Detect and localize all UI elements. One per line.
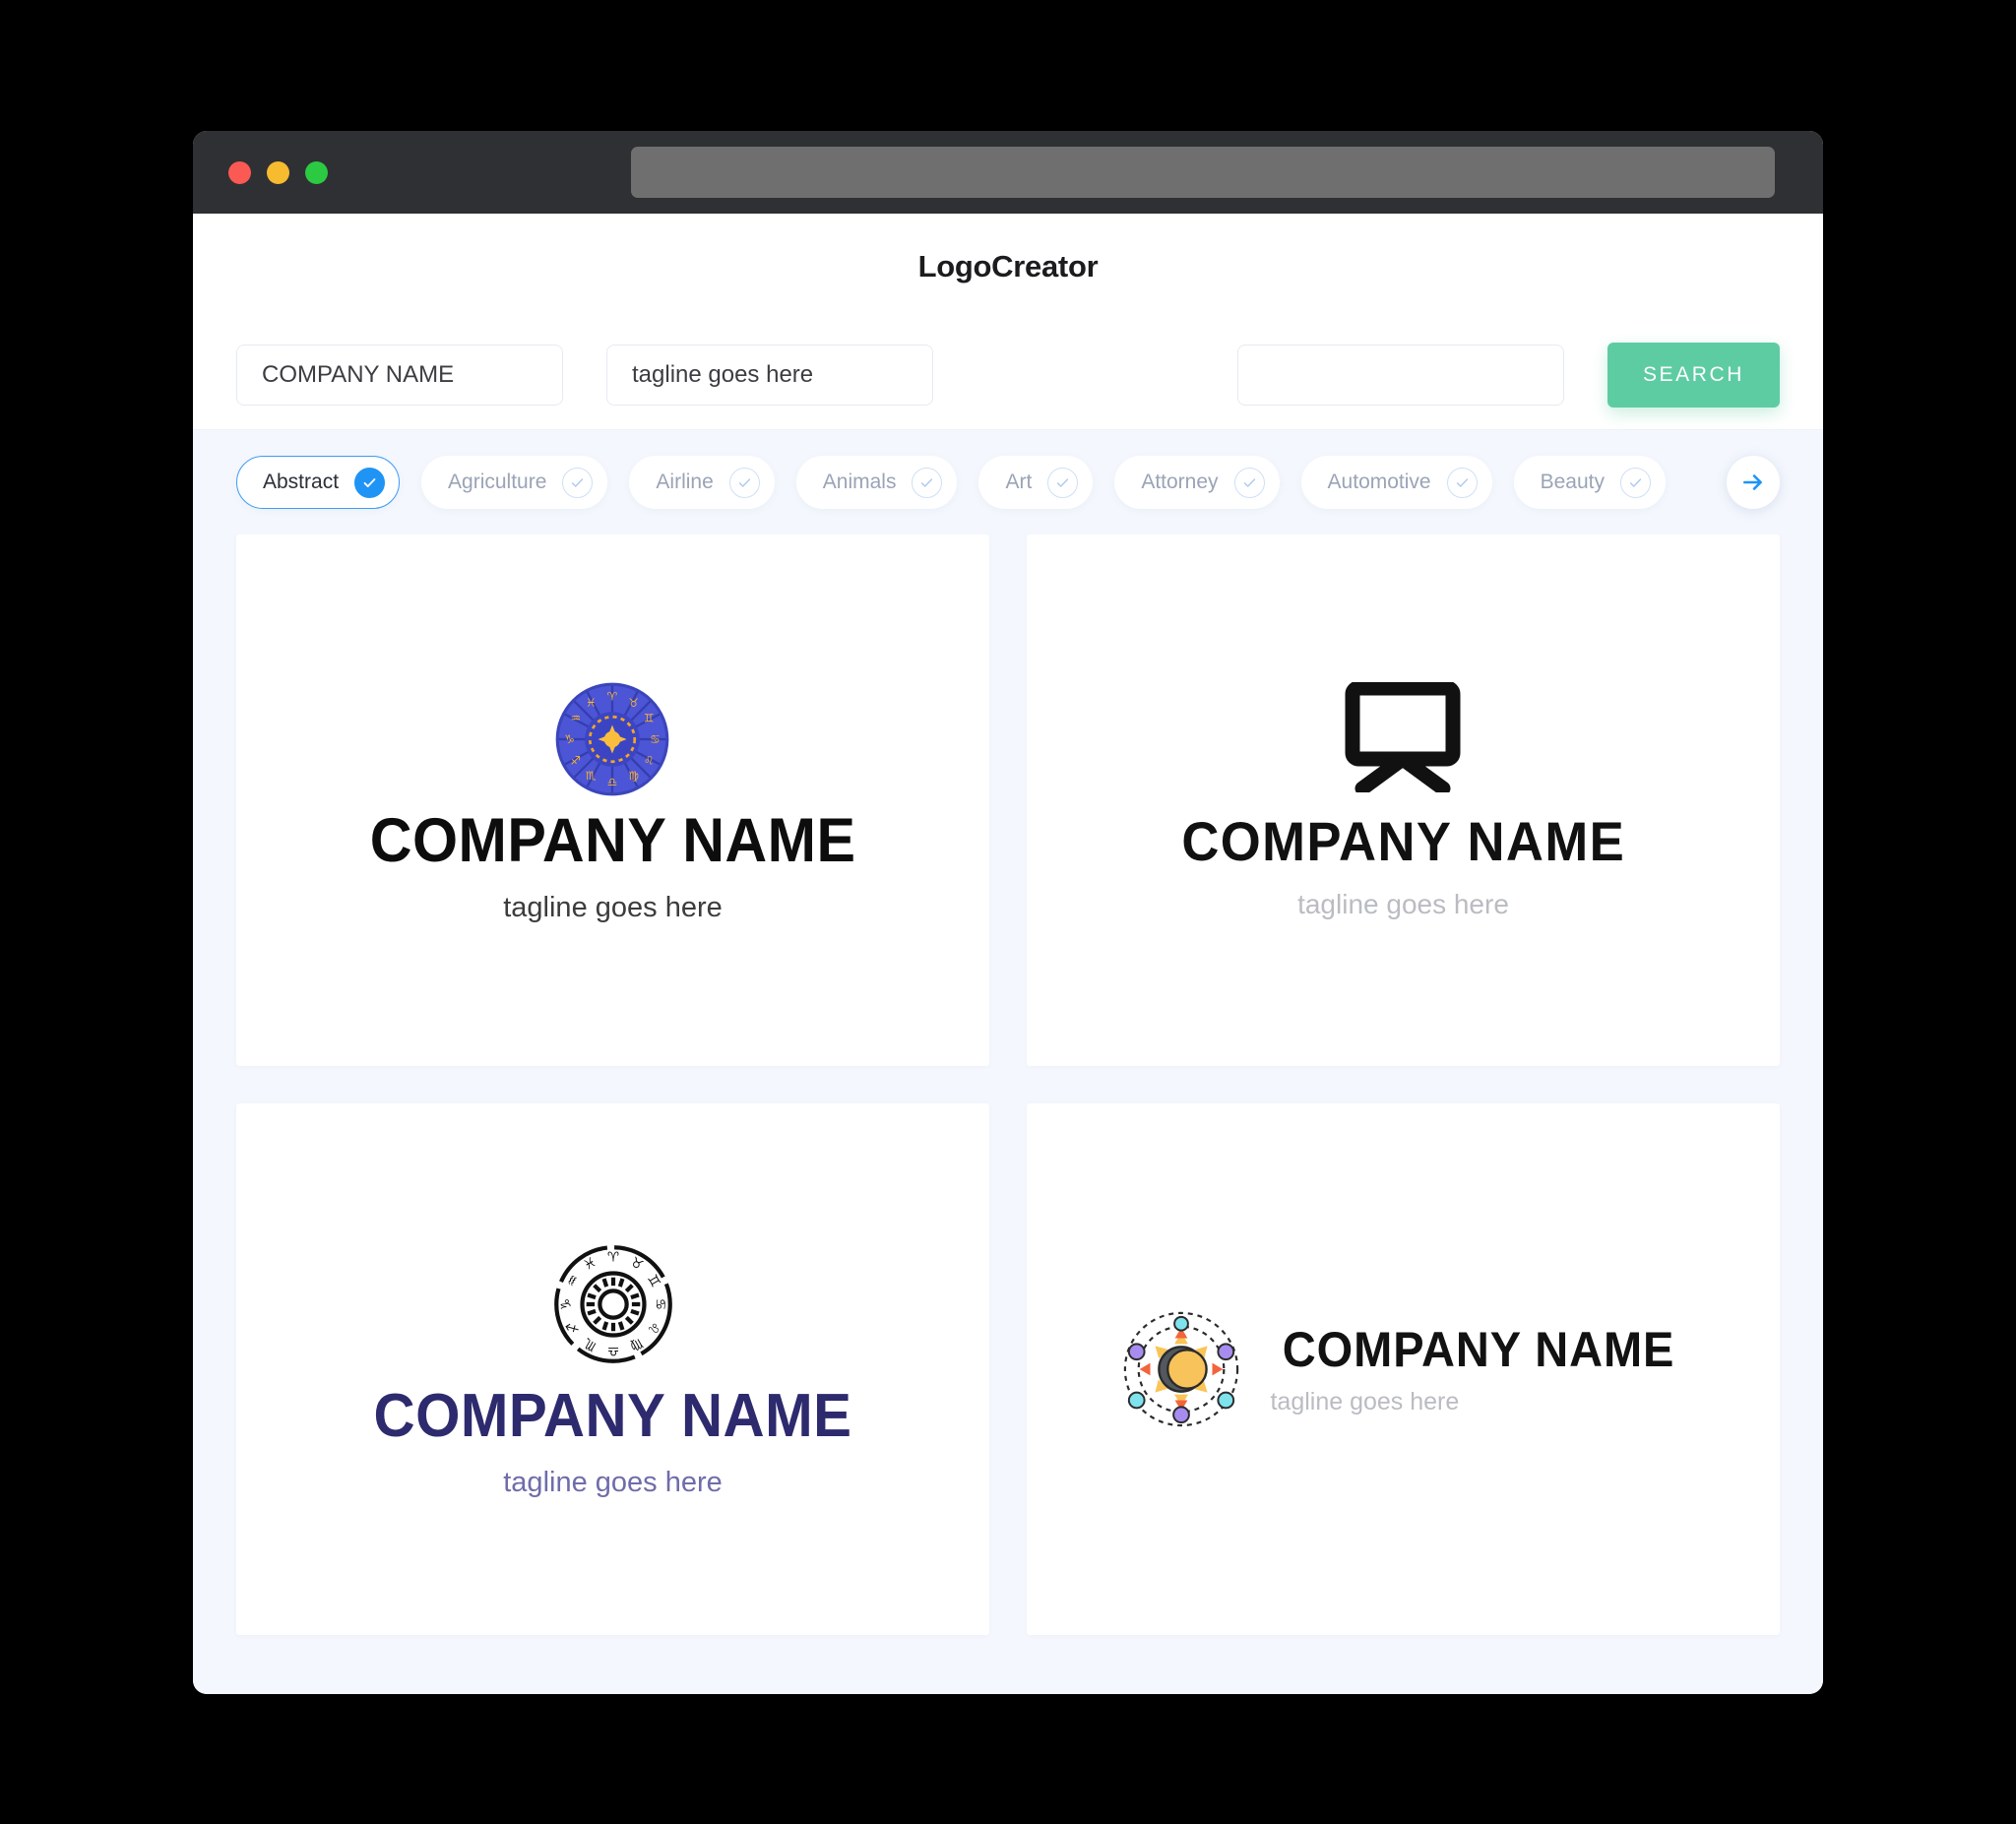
maximize-window-button[interactable]	[305, 160, 328, 184]
logo-preview: ♈ ♉ ♊ ♋ ♌ ♍ ♎ ♏ ♐ ♑ ♒ ♓ COMPANY NAME tag…	[354, 678, 871, 922]
logo-tagline: tagline goes here	[503, 892, 723, 923]
browser-titlebar	[193, 131, 1823, 214]
svg-text:♈: ♈	[607, 690, 618, 704]
category-chip-art[interactable]: Art	[978, 456, 1094, 509]
category-chip-label: Agriculture	[448, 471, 547, 493]
svg-text:♑: ♑	[565, 732, 576, 746]
eclipse-orbit-icon	[1118, 1306, 1244, 1432]
logo-tagline: tagline goes here	[1297, 889, 1509, 919]
logo-card[interactable]: COMPANY NAME tagline goes here	[1027, 535, 1780, 1066]
category-chip-label: Art	[1005, 471, 1033, 493]
svg-text:♓: ♓	[586, 696, 597, 710]
category-chip-label: Animals	[822, 471, 897, 493]
category-chip-animals[interactable]: Animals	[795, 456, 958, 509]
zodiac-ring-outline-icon: ♈ ♉ ♊ ♋ ♌ ♍ ♎ ♏ ♐ ♑ ♒ ♓	[358, 1242, 867, 1366]
category-chip-label: Beauty	[1540, 471, 1605, 493]
svg-text:♉: ♉	[629, 696, 640, 710]
categories-next-button[interactable]	[1727, 456, 1780, 509]
svg-text:♋: ♋	[652, 1297, 667, 1309]
check-icon	[354, 467, 386, 498]
logo-company-name: COMPANY NAME	[369, 806, 856, 875]
category-chip-automotive[interactable]: Automotive	[1300, 456, 1492, 509]
svg-text:♑: ♑	[558, 1297, 574, 1309]
check-icon	[912, 467, 943, 498]
category-chip-label: Airline	[656, 471, 714, 493]
check-icon	[1047, 467, 1079, 498]
logo-company-name: COMPANY NAME	[1283, 1321, 1675, 1377]
page-title: LogoCreator	[917, 249, 1099, 283]
minimize-window-button[interactable]	[267, 160, 289, 184]
svg-text:♈: ♈	[606, 1249, 618, 1265]
category-chip-label: Abstract	[263, 471, 340, 493]
search-toolbar: SEARCH	[193, 320, 1823, 430]
category-chip-beauty[interactable]: Beauty	[1513, 456, 1666, 509]
logo-company-name: COMPANY NAME	[373, 1381, 852, 1450]
close-window-button[interactable]	[228, 160, 251, 184]
category-chip-abstract[interactable]: Abstract	[236, 456, 401, 509]
app-header: LogoCreator	[193, 214, 1823, 320]
svg-text:♒: ♒	[571, 711, 582, 724]
svg-text:♍: ♍	[629, 769, 640, 783]
search-button[interactable]: SEARCH	[1607, 342, 1780, 408]
logo-company-name: COMPANY NAME	[1181, 810, 1625, 872]
category-chips-track: Abstract Agriculture Airline Animals Art Atto…	[236, 456, 1780, 509]
logo-preview: COMPANY NAME tagline goes here	[1167, 682, 1640, 918]
arrow-right-icon	[1743, 474, 1762, 490]
check-icon	[562, 467, 594, 498]
browser-window: LogoCreator SEARCH Abstract Agriculture Ai…	[193, 131, 1823, 1694]
logo-card[interactable]: ♈ ♉ ♊ ♋ ♌ ♍ ♎ ♏ ♐ ♑ ♒ ♓ COMPANY NAME tag…	[236, 535, 989, 1066]
check-icon	[1233, 467, 1265, 498]
svg-text:♊: ♊	[644, 711, 655, 724]
logo-preview: COMPANY NAME tagline goes here	[1118, 1306, 1687, 1432]
company-name-input[interactable]	[236, 344, 563, 406]
easel-board-icon	[1167, 682, 1640, 792]
category-filter-bar: Abstract Agriculture Airline Animals Art Atto…	[193, 430, 1823, 535]
svg-text:♏: ♏	[586, 769, 597, 783]
keyword-input[interactable]	[1237, 344, 1564, 406]
tagline-input[interactable]	[606, 344, 933, 406]
traffic-lights	[228, 160, 328, 184]
zodiac-wheel-color-icon: ♈ ♉ ♊ ♋ ♌ ♍ ♎ ♏ ♐ ♑ ♒ ♓	[354, 678, 871, 800]
svg-text:♌: ♌	[644, 754, 655, 768]
svg-text:♎: ♎	[607, 775, 618, 788]
screen: LogoCreator SEARCH Abstract Agriculture Ai…	[0, 0, 2016, 1824]
category-chip-label: Attorney	[1141, 471, 1219, 493]
check-icon	[728, 467, 760, 498]
svg-text:♐: ♐	[571, 754, 582, 768]
check-icon	[1446, 467, 1478, 498]
category-chip-attorney[interactable]: Attorney	[1114, 456, 1280, 509]
logo-card[interactable]: COMPANY NAME tagline goes here	[1027, 1103, 1780, 1635]
logo-text-block: COMPANY NAME tagline goes here	[1270, 1325, 1687, 1415]
logo-tagline: tagline goes here	[503, 1466, 723, 1498]
logo-grid: ♈ ♉ ♊ ♋ ♌ ♍ ♎ ♏ ♐ ♑ ♒ ♓ COMPANY NAME tag…	[236, 535, 1780, 1635]
category-chip-label: Automotive	[1327, 471, 1431, 493]
svg-text:♎: ♎	[606, 1343, 618, 1358]
check-icon	[1620, 467, 1651, 498]
logo-results: ♈ ♉ ♊ ♋ ♌ ♍ ♎ ♏ ♐ ♑ ♒ ♓ COMPANY NAME tag…	[193, 535, 1823, 1694]
category-chip-airline[interactable]: Airline	[629, 456, 775, 509]
svg-text:♋: ♋	[651, 732, 662, 746]
logo-preview: ♈ ♉ ♊ ♋ ♌ ♍ ♎ ♏ ♐ ♑ ♒ ♓ COMPANY NAME tag…	[358, 1242, 867, 1497]
logo-tagline: tagline goes here	[1270, 1387, 1460, 1415]
url-bar[interactable]	[631, 147, 1775, 198]
logo-card[interactable]: ♈ ♉ ♊ ♋ ♌ ♍ ♎ ♏ ♐ ♑ ♒ ♓ COMPANY NAME tag…	[236, 1103, 989, 1635]
category-chip-agriculture[interactable]: Agriculture	[421, 456, 608, 509]
